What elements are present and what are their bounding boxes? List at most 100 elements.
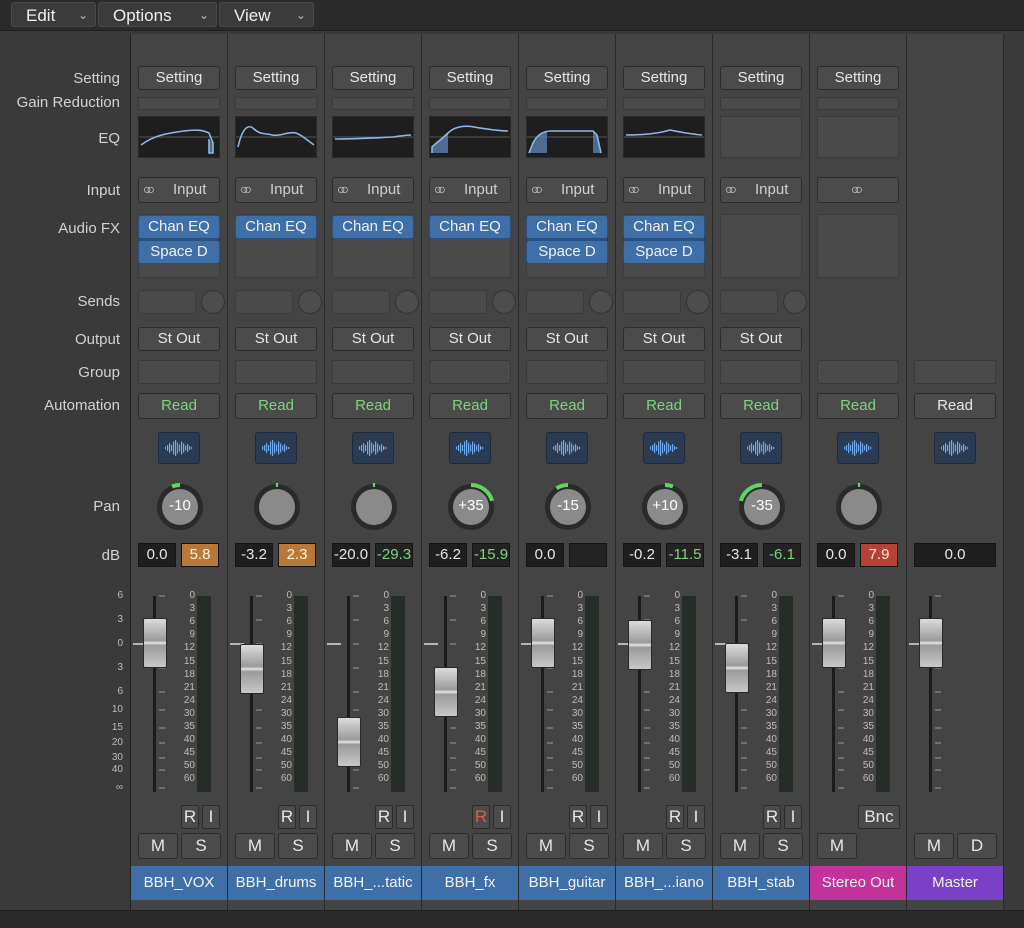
eq-thumbnail[interactable] — [817, 116, 899, 158]
setting-button[interactable]: Setting — [235, 66, 317, 90]
waveform-icon[interactable] — [740, 432, 782, 464]
automation-mode-button[interactable]: Read — [914, 393, 996, 419]
send-level-knob[interactable] — [686, 290, 710, 314]
track-name[interactable]: Stereo Out — [810, 866, 906, 900]
track-name[interactable]: BBH_drums — [228, 866, 324, 900]
group-slot[interactable] — [817, 360, 899, 384]
record-enable-button[interactable]: R — [666, 805, 684, 829]
plugin-slot-chan-eq[interactable]: Chan EQ — [429, 215, 511, 239]
send-level-knob[interactable] — [783, 290, 807, 314]
group-slot[interactable] — [235, 360, 317, 384]
input-button[interactable]: ○○Input — [138, 177, 220, 203]
input-monitor-button[interactable]: I — [590, 805, 608, 829]
mute-button[interactable]: M — [429, 833, 469, 859]
group-slot[interactable] — [138, 360, 220, 384]
fader-cap[interactable] — [725, 643, 749, 693]
audio-fx-slots[interactable] — [817, 214, 899, 278]
eq-thumbnail[interactable] — [526, 116, 608, 158]
automation-mode-button[interactable]: Read — [623, 393, 705, 419]
fader-cap[interactable] — [434, 667, 458, 717]
track-name[interactable]: BBH_...iano — [616, 866, 712, 900]
waveform-icon[interactable] — [449, 432, 491, 464]
pan-knob[interactable]: -35 — [736, 481, 788, 533]
input-button[interactable]: ○○Input — [429, 177, 511, 203]
solo-button[interactable]: S — [181, 833, 221, 859]
waveform-icon[interactable] — [158, 432, 200, 464]
solo-button[interactable]: S — [472, 833, 512, 859]
group-slot[interactable] — [429, 360, 511, 384]
mute-button[interactable]: M — [332, 833, 372, 859]
solo-button[interactable]: S — [569, 833, 609, 859]
fader-cap[interactable] — [240, 644, 264, 694]
plugin-slot-chan-eq[interactable]: Chan EQ — [235, 215, 317, 239]
plugin-slot-chan-eq[interactable]: Chan EQ — [623, 215, 705, 239]
waveform-icon[interactable] — [352, 432, 394, 464]
input-button[interactable]: ○○Input — [526, 177, 608, 203]
waveform-icon[interactable] — [837, 432, 879, 464]
fader-cap[interactable] — [337, 717, 361, 767]
send-slot[interactable] — [526, 290, 584, 314]
group-slot[interactable] — [914, 360, 996, 384]
record-enable-button[interactable]: R — [472, 805, 490, 829]
eq-thumbnail[interactable] — [623, 116, 705, 158]
input-button[interactable]: ○○Input — [623, 177, 705, 203]
automation-mode-button[interactable]: Read — [138, 393, 220, 419]
input-button[interactable]: ○○Input — [332, 177, 414, 203]
automation-mode-button[interactable]: Read — [720, 393, 802, 419]
send-level-knob[interactable] — [492, 290, 516, 314]
view-menu[interactable]: View⌄ — [219, 2, 314, 27]
record-enable-button[interactable]: R — [181, 805, 199, 829]
mute-button[interactable]: M — [817, 833, 857, 859]
group-slot[interactable] — [623, 360, 705, 384]
input-monitor-button[interactable]: I — [396, 805, 414, 829]
setting-button[interactable]: Setting — [138, 66, 220, 90]
send-slot[interactable] — [720, 290, 778, 314]
bounce-button[interactable]: Bnc — [858, 805, 900, 829]
edit-menu[interactable]: Edit⌄ — [11, 2, 96, 27]
solo-button[interactable]: S — [278, 833, 318, 859]
eq-thumbnail[interactable] — [332, 116, 414, 158]
track-name[interactable]: BBH_stab — [713, 866, 809, 900]
pan-knob[interactable]: +10 — [639, 481, 691, 533]
record-enable-button[interactable]: R — [569, 805, 587, 829]
options-menu[interactable]: Options⌄ — [98, 2, 217, 27]
automation-mode-button[interactable]: Read — [526, 393, 608, 419]
plugin-slot-chan-eq[interactable]: Chan EQ — [526, 215, 608, 239]
mute-button[interactable]: M — [623, 833, 663, 859]
fader-cap[interactable] — [531, 618, 555, 668]
pan-knob[interactable] — [348, 481, 400, 533]
plugin-slot-chan-eq[interactable]: Chan EQ — [332, 215, 414, 239]
track-name[interactable]: BBH_fx — [422, 866, 518, 900]
setting-button[interactable]: Setting — [332, 66, 414, 90]
output-button[interactable]: St Out — [526, 327, 608, 351]
send-level-knob[interactable] — [201, 290, 225, 314]
eq-thumbnail[interactable] — [138, 116, 220, 158]
pan-knob[interactable]: -15 — [542, 481, 594, 533]
pan-knob[interactable] — [251, 481, 303, 533]
eq-thumbnail[interactable] — [235, 116, 317, 158]
input-monitor-button[interactable]: I — [687, 805, 705, 829]
solo-button[interactable]: S — [666, 833, 706, 859]
output-button[interactable]: St Out — [235, 327, 317, 351]
automation-mode-button[interactable]: Read — [235, 393, 317, 419]
group-slot[interactable] — [526, 360, 608, 384]
send-slot[interactable] — [623, 290, 681, 314]
setting-button[interactable]: Setting — [623, 66, 705, 90]
output-button[interactable]: St Out — [138, 327, 220, 351]
pan-knob[interactable]: +35 — [445, 481, 497, 533]
send-level-knob[interactable] — [298, 290, 322, 314]
setting-button[interactable]: Setting — [526, 66, 608, 90]
track-name[interactable]: Master — [907, 866, 1003, 900]
record-enable-button[interactable]: R — [278, 805, 296, 829]
automation-mode-button[interactable]: Read — [429, 393, 511, 419]
input-monitor-button[interactable]: I — [202, 805, 220, 829]
audio-fx-slots[interactable] — [720, 214, 802, 278]
mute-button[interactable]: M — [138, 833, 178, 859]
record-enable-button[interactable]: R — [375, 805, 393, 829]
send-level-knob[interactable] — [395, 290, 419, 314]
output-button[interactable]: St Out — [332, 327, 414, 351]
mute-button[interactable]: M — [914, 833, 954, 859]
automation-mode-button[interactable]: Read — [332, 393, 414, 419]
send-slot[interactable] — [332, 290, 390, 314]
plugin-slot-space-d[interactable]: Space D — [138, 240, 220, 264]
